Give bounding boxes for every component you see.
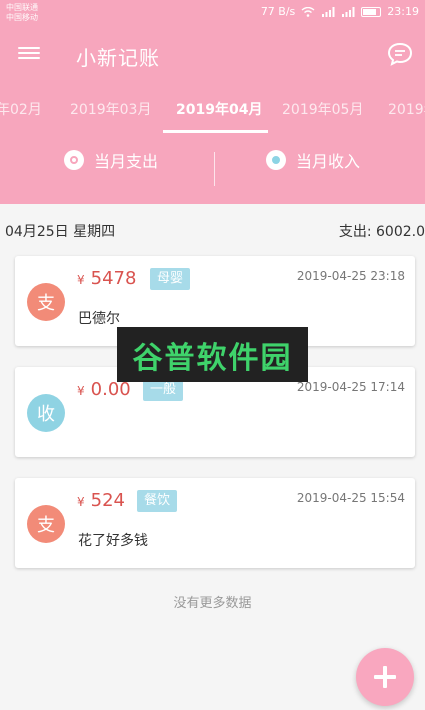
status-right: 77 B/s 23:19 — [261, 5, 419, 18]
status-time: 23:19 — [387, 5, 419, 18]
record-time: 2019-04-25 23:18 — [296, 269, 405, 283]
tab-month-06[interactable]: 2019年 — [388, 99, 425, 119]
no-more-data: 没有更多数据 — [173, 596, 252, 611]
tab-month-02[interactable]: 年02月 — [0, 99, 42, 119]
income-icon — [266, 150, 286, 170]
carrier-1: 中国联通 — [6, 3, 38, 12]
amount-value: 0.00 — [90, 379, 131, 400]
app-bar: 小新记账 — [0, 26, 425, 84]
month-expense-button[interactable]: 当月支出 — [64, 148, 158, 172]
day-total: 支出: 6002.0 — [338, 224, 425, 240]
amount-value: 524 — [90, 490, 125, 511]
category-tag: 餐饮 — [137, 490, 178, 512]
carrier-info: 中国联通 中国移动 — [6, 3, 38, 23]
menu-icon[interactable] — [18, 44, 40, 64]
record-time: 2019-04-25 17:14 — [296, 380, 405, 394]
record-amount: ¥524 — [77, 490, 125, 511]
tab-indicator — [163, 130, 268, 133]
app-title: 小新记账 — [76, 46, 160, 70]
month-expense-label: 当月支出 — [94, 152, 159, 171]
signal-icon — [322, 6, 335, 17]
battery-icon — [361, 6, 382, 17]
day-date: 04月25日 星期四 — [5, 224, 116, 240]
signal-icon-2 — [342, 6, 355, 17]
month-tabs: 年02月 2019年03月 2019年04月 2019年05月 2019年 — [0, 84, 425, 134]
wifi-icon — [301, 6, 315, 17]
network-speed: 77 B/s — [260, 5, 296, 18]
category-tag: 一般 — [143, 379, 184, 401]
currency-symbol: ¥ — [77, 273, 85, 287]
record-card[interactable]: 支 ¥524 餐饮 2019-04-25 15:54 花了好多钱 — [15, 478, 415, 568]
tab-month-04[interactable]: 2019年04月 — [176, 99, 262, 119]
record-amount: ¥0.00 — [77, 379, 131, 400]
month-income-label: 当月收入 — [296, 152, 361, 171]
category-tag: 母婴 — [150, 268, 191, 290]
currency-symbol: ¥ — [77, 384, 85, 398]
record-type-avatar: 支 — [27, 505, 65, 543]
month-income-button[interactable]: 当月收入 — [266, 148, 360, 172]
month-summary: 当月支出 当月收入 — [0, 134, 425, 204]
tab-month-03[interactable]: 2019年03月 — [70, 99, 151, 119]
tab-month-05[interactable]: 2019年05月 — [282, 99, 363, 119]
carrier-2: 中国移动 — [6, 13, 38, 22]
currency-symbol: ¥ — [77, 495, 85, 509]
summary-divider — [214, 152, 215, 186]
status-bar: 中国联通 中国移动 77 B/s 23:19 — [0, 0, 425, 26]
message-icon[interactable] — [387, 42, 413, 66]
amount-value: 5478 — [90, 268, 137, 289]
expense-icon — [64, 150, 84, 170]
record-time: 2019-04-25 15:54 — [296, 491, 405, 505]
record-amount: ¥5478 — [77, 268, 136, 289]
record-type-avatar: 收 — [27, 394, 65, 432]
record-note: 花了好多钱 — [78, 533, 148, 549]
add-record-button[interactable] — [356, 648, 414, 706]
watermark-logo: 谷普软件园 — [117, 327, 308, 382]
record-note: 巴德尔 — [78, 311, 120, 327]
day-header: 04月25日 星期四 支出: 6002.0 — [0, 216, 425, 244]
record-type-avatar: 支 — [27, 283, 65, 321]
